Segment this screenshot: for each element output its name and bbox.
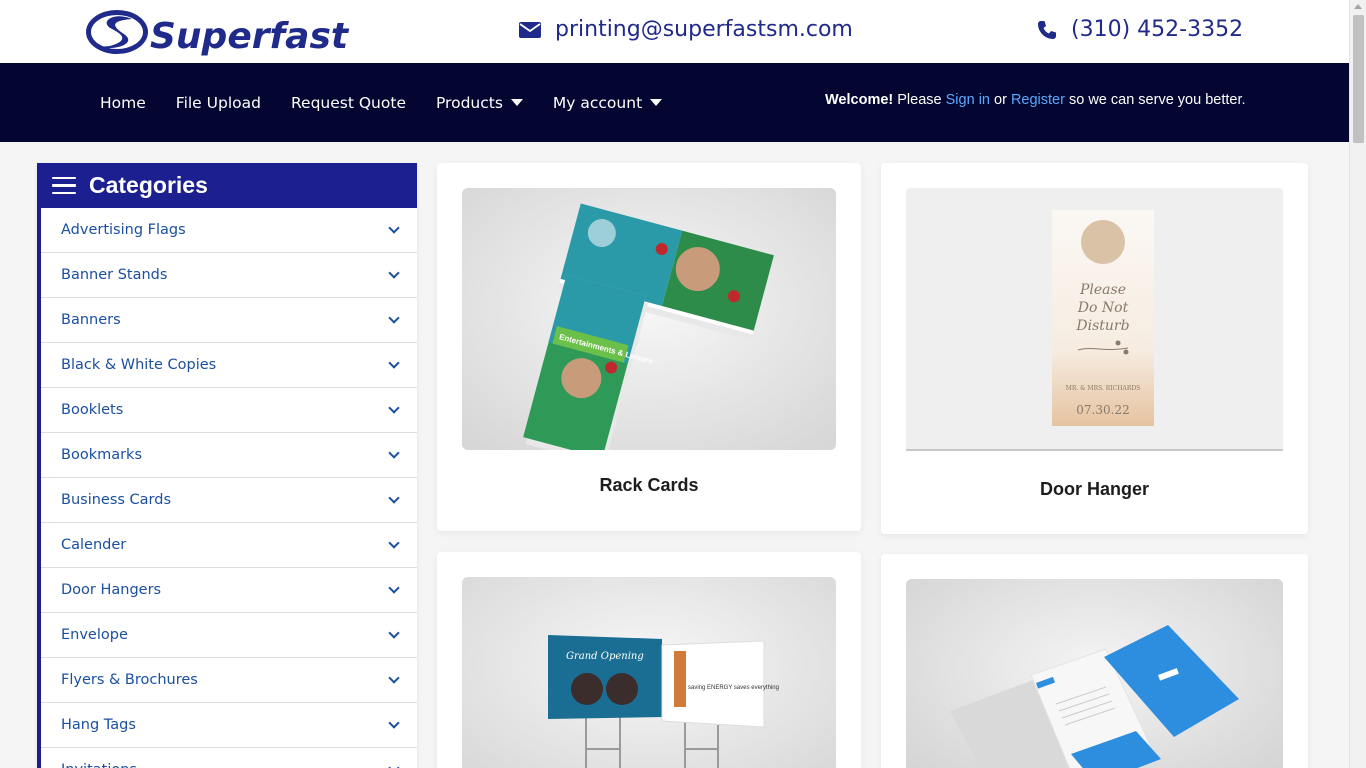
rack-cards-illustration: Entertainments & Leisure	[462, 188, 836, 450]
scroll-up-arrow-icon[interactable]	[1354, 4, 1362, 9]
phone-icon	[1038, 20, 1056, 39]
scrollbar-thumb[interactable]	[1353, 15, 1364, 143]
yard-signs-illustration: Grand Opening saving ENERGY saves everyt…	[462, 577, 836, 768]
presentation-folders-image[interactable]	[906, 579, 1283, 768]
superfast-logo[interactable]: Superfast	[84, 6, 360, 58]
product-title[interactable]: Rack Cards	[437, 475, 861, 496]
category-item[interactable]: Booklets	[41, 388, 417, 433]
categories-title: Categories	[89, 172, 208, 198]
product-card-rack-cards[interactable]: Entertainments & Leisure Rack Cards	[437, 163, 861, 531]
yard-sign-tagline: saving ENERGY saves everything	[688, 685, 779, 691]
category-item[interactable]: Envelope	[41, 613, 417, 658]
category-label: Business Cards	[61, 492, 172, 508]
product-card-door-hanger[interactable]: Please Do Not Disturb MR. & MRS. RICHARD…	[881, 163, 1308, 534]
sign-in-link[interactable]: Sign in	[946, 92, 990, 108]
category-label: Flyers & Brochures	[61, 672, 198, 688]
door-hanger-line3: Disturb	[1075, 318, 1129, 334]
category-label: Advertising Flags	[61, 222, 186, 238]
envelope-icon	[519, 21, 541, 38]
product-card-presentation-folders[interactable]	[881, 554, 1308, 768]
email-contact[interactable]: printing@superfastsm.com	[519, 17, 853, 42]
category-label: Banners	[61, 312, 121, 328]
door-hanger-illustration: Please Do Not Disturb MR. & MRS. RICHARD…	[906, 188, 1283, 449]
chevron-down-icon[interactable]	[388, 312, 400, 324]
welcome-message: Welcome! Please Sign in or Register so w…	[825, 92, 1246, 108]
categories-header[interactable]: Categories	[41, 163, 417, 208]
brand-name: Superfast	[150, 16, 350, 57]
category-item[interactable]: Invitations	[41, 748, 417, 768]
categories-sidebar: Categories Advertising Flags Banner Stand…	[37, 163, 417, 768]
nav-item-label: Request Quote	[290, 93, 406, 112]
category-list: Advertising Flags Banner Stands Banners Bla…	[41, 208, 417, 768]
door-hanger-image[interactable]: Please Do Not Disturb MR. & MRS. RICHARD…	[906, 188, 1283, 451]
folders-illustration	[906, 579, 1283, 768]
category-item[interactable]: Door Hangers	[41, 568, 417, 613]
email-text: printing@superfastsm.com	[555, 17, 853, 42]
phone-text: (310) 452-3352	[1071, 17, 1244, 42]
page-scrollbar[interactable]	[1349, 0, 1366, 768]
category-item[interactable]: Advertising Flags	[41, 208, 417, 253]
rack-cards-image[interactable]: Entertainments & Leisure	[462, 188, 836, 450]
category-label: Booklets	[61, 402, 124, 418]
hamburger-menu-icon	[52, 176, 78, 195]
product-title[interactable]: Door Hanger	[881, 479, 1308, 500]
door-hanger-names: MR. & MRS. RICHARDS	[1066, 385, 1141, 392]
category-item[interactable]: Banner Stands	[41, 253, 417, 298]
category-label: Invitations	[61, 762, 137, 768]
nav-item-label: My account	[552, 93, 643, 112]
chevron-down-icon[interactable]	[388, 402, 400, 414]
nav-item-label: Home	[100, 93, 146, 112]
register-link[interactable]: Register	[1011, 92, 1065, 108]
welcome-bold: Welcome!	[825, 92, 894, 108]
door-hanger-date: 07.30.22	[1076, 403, 1129, 417]
category-item[interactable]: Hang Tags	[41, 703, 417, 748]
category-label: Calender	[61, 537, 127, 553]
chevron-down-icon[interactable]	[388, 672, 400, 684]
phone-contact[interactable]: (310) 452-3352	[1037, 17, 1243, 42]
nav-item-my-account[interactable]: My account	[552, 93, 663, 112]
yard-signs-image[interactable]: Grand Opening saving ENERGY saves everyt…	[462, 577, 836, 768]
chevron-down-icon[interactable]	[388, 582, 400, 594]
welcome-please: Please	[897, 92, 942, 108]
nav-menu: Home File Upload Request Quote Products My a…	[100, 63, 692, 142]
product-card-yard-signs[interactable]: Grand Opening saving ENERGY saves everyt…	[437, 552, 861, 768]
caret-down-icon	[510, 99, 523, 106]
chevron-down-icon[interactable]	[388, 222, 400, 234]
nav-item-request-quote[interactable]: Request Quote	[291, 94, 406, 112]
chevron-down-icon[interactable]	[388, 717, 400, 729]
chevron-down-icon[interactable]	[388, 447, 400, 459]
category-item[interactable]: Bookmarks	[41, 433, 417, 478]
category-label: Bookmarks	[61, 447, 143, 463]
category-label: Black & White Copies	[61, 357, 217, 373]
caret-down-icon	[650, 99, 663, 106]
category-label: Hang Tags	[61, 717, 136, 733]
nav-item-file-upload[interactable]: File Upload	[176, 94, 261, 112]
category-label: Banner Stands	[61, 267, 168, 283]
chevron-down-icon[interactable]	[388, 492, 400, 504]
category-label: Envelope	[61, 627, 128, 643]
top-header: Superfast printing@superfastsm.com (310)…	[0, 0, 1349, 63]
category-item[interactable]: Business Cards	[41, 478, 417, 523]
nav-item-home[interactable]: Home	[100, 94, 146, 112]
chevron-down-icon[interactable]	[388, 627, 400, 639]
category-item[interactable]: Flyers & Brochures	[41, 658, 417, 703]
chevron-down-icon[interactable]	[388, 357, 400, 369]
welcome-or: or	[994, 92, 1007, 108]
category-item[interactable]: Banners	[41, 298, 417, 343]
chevron-down-icon[interactable]	[388, 762, 400, 768]
nav-item-products[interactable]: Products	[436, 94, 523, 112]
nav-item-label: Products	[435, 93, 503, 112]
door-hanger-line2: Do Not	[1077, 300, 1129, 316]
main-nav: Home File Upload Request Quote Products My a…	[0, 63, 1349, 142]
category-item[interactable]: Black & White Copies	[41, 343, 417, 388]
chevron-down-icon[interactable]	[388, 537, 400, 549]
nav-item-label: File Upload	[175, 93, 261, 112]
yard-sign-headline: Grand Opening	[566, 651, 644, 662]
chevron-down-icon[interactable]	[388, 267, 400, 279]
welcome-tail: so we can serve you better.	[1068, 92, 1246, 108]
category-label: Door Hangers	[61, 582, 162, 598]
door-hanger-line1: Please	[1079, 282, 1126, 298]
category-item[interactable]: Calender	[41, 523, 417, 568]
